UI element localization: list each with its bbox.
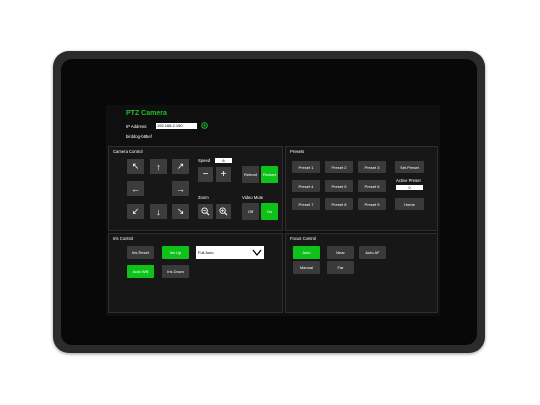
speed-value: 6 bbox=[215, 158, 232, 163]
ip-address-input[interactable] bbox=[156, 123, 197, 129]
zoom-out-button[interactable] bbox=[198, 204, 213, 219]
pan-down-button[interactable]: ↓ bbox=[150, 204, 167, 219]
connection-status-icon bbox=[201, 122, 208, 129]
pan-up-left-button[interactable]: ↖ bbox=[127, 159, 144, 174]
active-preset-value: 0 bbox=[396, 185, 423, 190]
preset-5-button[interactable]: Preset 5 bbox=[325, 180, 353, 192]
ip-address-label: IP Address: bbox=[126, 124, 148, 129]
presets-panel: Presets Preset 1 Preset 2 Preset 3 Prese… bbox=[285, 146, 438, 231]
tablet-bezel: PTZ Camera IP Address: birddog-b8bef Cam… bbox=[61, 59, 477, 345]
camera-control-title: Camera Control bbox=[113, 149, 143, 154]
preset-6-button[interactable]: Preset 6 bbox=[358, 180, 386, 192]
focus-manual-button[interactable]: Manual bbox=[293, 261, 320, 274]
zoom-label: Zoom bbox=[198, 195, 209, 200]
arrow-up-icon: ↑ bbox=[156, 161, 161, 172]
pan-down-left-button[interactable]: ↙ bbox=[127, 204, 144, 219]
camera-control-panel: Camera Control ↖ ↑ ↗ ← → ↙ ↓ ↘ Speed 6 −… bbox=[108, 146, 283, 231]
zoom-out-icon bbox=[201, 207, 210, 216]
iris-up-button[interactable]: Iris Up bbox=[162, 246, 189, 259]
arrow-left-icon: ← bbox=[131, 183, 140, 194]
preset-8-button[interactable]: Preset 8 bbox=[325, 198, 353, 210]
preset-9-button[interactable]: Preset 9 bbox=[358, 198, 386, 210]
iris-mode-select[interactable]: Full Auto bbox=[196, 246, 264, 259]
pan-right-button[interactable]: → bbox=[172, 181, 189, 196]
chevron-down-icon bbox=[252, 249, 262, 257]
arrow-right-icon: → bbox=[176, 183, 185, 194]
zoom-in-button[interactable] bbox=[216, 204, 231, 219]
iris-mode-value: Full Auto bbox=[198, 250, 214, 255]
auto-af-button[interactable]: Auto AF bbox=[359, 246, 386, 259]
arrow-down-icon: ↓ bbox=[156, 206, 161, 217]
plus-icon: + bbox=[220, 169, 227, 180]
iris-down-button[interactable]: Iris Down bbox=[162, 265, 189, 278]
home-button[interactable]: Home bbox=[395, 198, 424, 210]
app-title: PTZ Camera bbox=[126, 110, 167, 117]
focus-near-button[interactable]: Near bbox=[327, 246, 354, 259]
minus-icon: − bbox=[202, 169, 209, 180]
arrow-down-left-icon: ↙ bbox=[131, 206, 140, 216]
active-preset-label: Active Preset bbox=[396, 178, 421, 183]
speed-decrease-button[interactable]: − bbox=[198, 167, 213, 182]
focus-far-button[interactable]: Far bbox=[327, 261, 354, 274]
preset-4-button[interactable]: Preset 4 bbox=[292, 180, 320, 192]
presets-title: Presets bbox=[290, 149, 305, 154]
preset-7-button[interactable]: Preset 7 bbox=[292, 198, 320, 210]
video-mute-on-button[interactable]: On bbox=[261, 203, 278, 220]
hostname-label: birddog-b8bef bbox=[126, 134, 152, 139]
iris-reset-button[interactable]: Iris Reset bbox=[127, 246, 154, 259]
video-mute-label: Video Mute bbox=[242, 195, 264, 200]
arrow-up-right-icon: ↗ bbox=[176, 161, 185, 171]
zoom-in-icon bbox=[219, 207, 228, 216]
auto-wb-button[interactable]: Auto WB bbox=[127, 265, 154, 278]
focus-auto-button[interactable]: Auto bbox=[293, 246, 320, 259]
app-screen: PTZ Camera IP Address: birddog-b8bef Cam… bbox=[106, 105, 440, 316]
set-preset-button[interactable]: Set Preset bbox=[395, 161, 424, 173]
speed-increase-button[interactable]: + bbox=[216, 167, 231, 182]
pan-up-button[interactable]: ↑ bbox=[150, 159, 167, 174]
iris-control-title: Iris Control bbox=[113, 236, 134, 241]
preset-3-button[interactable]: Preset 3 bbox=[358, 161, 386, 173]
speed-label: Speed bbox=[198, 158, 211, 163]
focus-control-title: Focus Control bbox=[290, 236, 317, 241]
preset-1-button[interactable]: Preset 1 bbox=[292, 161, 320, 173]
pan-up-right-button[interactable]: ↗ bbox=[172, 159, 189, 174]
pan-left-button[interactable]: ← bbox=[127, 181, 144, 196]
arrow-up-left-icon: ↖ bbox=[131, 161, 140, 171]
video-mute-off-button[interactable]: Off bbox=[242, 203, 259, 220]
restart-button[interactable]: Restart bbox=[261, 166, 278, 183]
focus-control-panel: Focus Control Auto Near Auto AF Manual F… bbox=[285, 233, 438, 313]
preset-2-button[interactable]: Preset 2 bbox=[325, 161, 353, 173]
pan-down-right-button[interactable]: ↘ bbox=[172, 204, 189, 219]
arrow-down-right-icon: ↘ bbox=[176, 206, 185, 216]
reboot-button[interactable]: Reboot bbox=[242, 166, 259, 183]
tablet-frame: PTZ Camera IP Address: birddog-b8bef Cam… bbox=[53, 51, 485, 353]
iris-control-panel: Iris Control Iris Reset Iris Up Full Aut… bbox=[108, 233, 283, 313]
